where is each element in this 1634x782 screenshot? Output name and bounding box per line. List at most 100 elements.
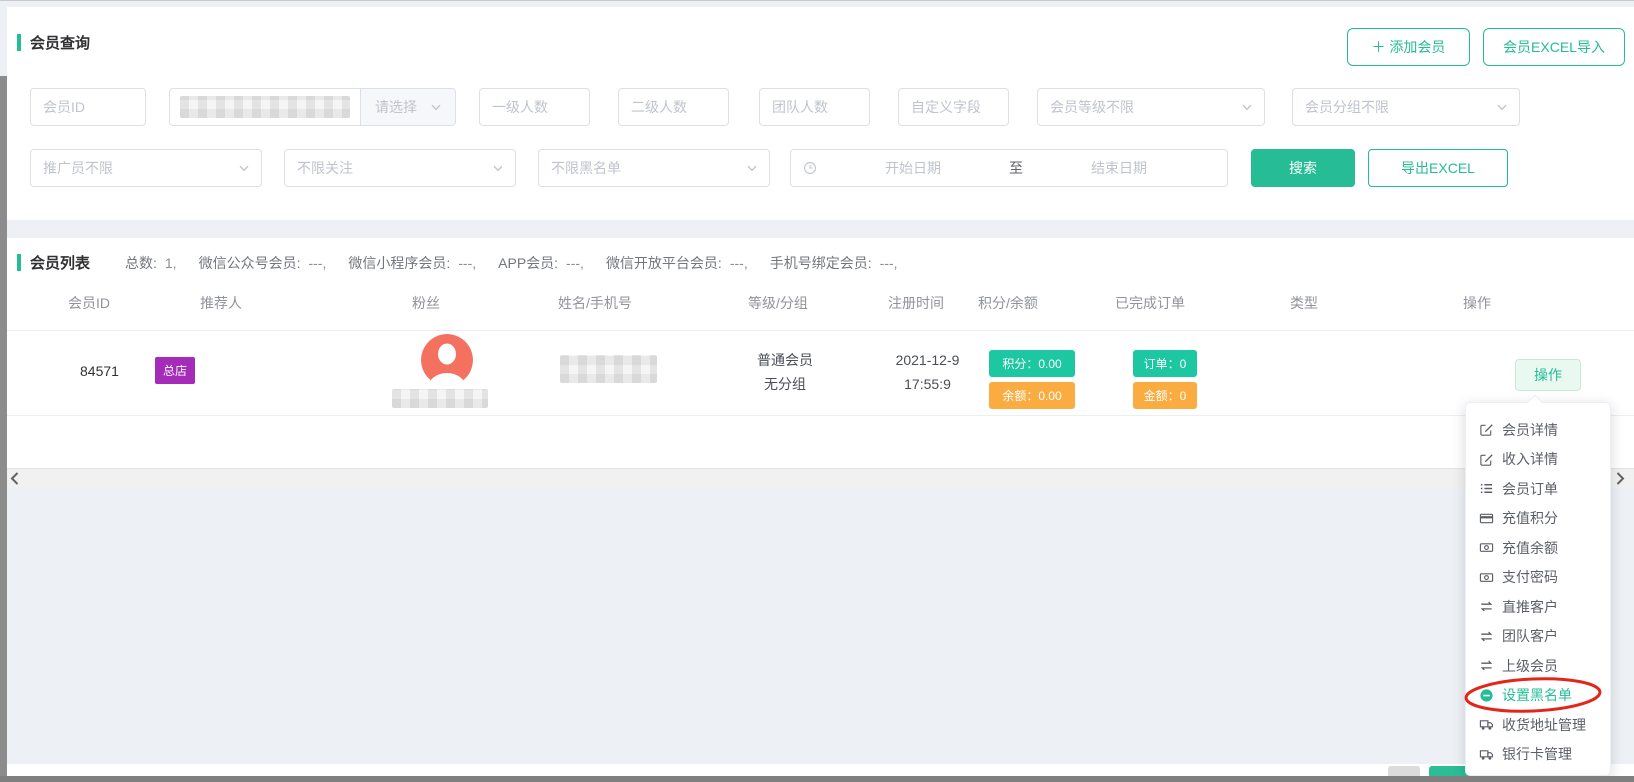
reg-time: 17:55:9 bbox=[870, 372, 985, 396]
menu-item-member-detail[interactable]: 会员详情 bbox=[1466, 415, 1610, 445]
keyword-type-select[interactable]: 请选择 bbox=[360, 89, 455, 125]
menu-item-set-blacklist[interactable]: 设置黑名单 bbox=[1466, 681, 1610, 711]
action-button[interactable]: 操作 bbox=[1515, 359, 1581, 391]
member-level: 普通会员 bbox=[725, 348, 845, 372]
left-edge-scrollbar[interactable] bbox=[0, 76, 7, 776]
list-title: 会员列表 bbox=[30, 252, 90, 273]
keyword-input[interactable] bbox=[170, 89, 360, 125]
avatar bbox=[421, 334, 473, 386]
member-group: 无分组 bbox=[725, 372, 845, 396]
scroll-right-icon[interactable] bbox=[1616, 471, 1630, 485]
date-range-picker[interactable]: 开始日期 至 结束日期 bbox=[790, 149, 1228, 187]
menu-item-recharge-balance[interactable]: 充值余额 bbox=[1466, 533, 1610, 563]
chevron-down-icon bbox=[1242, 104, 1252, 111]
page-title: 会员查询 bbox=[30, 32, 90, 53]
transfer-icon bbox=[1479, 658, 1494, 673]
money-icon bbox=[1479, 540, 1494, 555]
menu-item-member-orders[interactable]: 会员订单 bbox=[1466, 474, 1610, 504]
menu-item-income-detail[interactable]: 收入详情 bbox=[1466, 445, 1610, 475]
search-button[interactable]: 搜索 bbox=[1251, 149, 1355, 187]
stat-wechat-official: 微信公众号会员:---, bbox=[199, 253, 327, 273]
end-date-input[interactable]: 结束日期 bbox=[1023, 158, 1215, 178]
member-stats: 总数:1, 微信公众号会员:---, 微信小程序会员:---, APP会员:--… bbox=[125, 253, 898, 273]
stat-mini-program: 微信小程序会员:---, bbox=[348, 253, 476, 273]
minus-circle-icon bbox=[1479, 688, 1494, 703]
stat-total: 总数:1, bbox=[125, 253, 177, 273]
member-id-cell: 84571 bbox=[80, 363, 119, 379]
points-badge: 积分：0.00 bbox=[989, 350, 1075, 377]
action-dropdown-menu: 会员详情 收入详情 会员订单 充值积分 充值余额 支付密码 直推客户 团队客户 … bbox=[1465, 402, 1611, 776]
menu-item-shipping-address[interactable]: 收货地址管理 bbox=[1466, 710, 1610, 740]
orders-cell: 订单：0 金额：0 bbox=[1133, 350, 1197, 409]
chevron-down-icon bbox=[747, 165, 757, 172]
member-group-select[interactable]: 会员分组不限 bbox=[1292, 88, 1520, 126]
member-id-input[interactable]: 会员ID bbox=[30, 88, 146, 126]
orders-badge: 订单：0 bbox=[1133, 350, 1197, 377]
member-list-header: 会员列表 bbox=[17, 252, 90, 273]
menu-item-direct-customers[interactable]: 直推客户 bbox=[1466, 592, 1610, 622]
level1-count-input[interactable]: 一级人数 bbox=[479, 88, 590, 126]
col-name-phone: 姓名/手机号 bbox=[558, 293, 632, 313]
chevron-down-icon bbox=[1497, 104, 1507, 111]
redacted-keyword-value bbox=[180, 96, 350, 118]
horizontal-scrollbar[interactable] bbox=[0, 776, 1634, 782]
menu-item-recharge-points[interactable]: 充值积分 bbox=[1466, 504, 1610, 534]
add-member-button[interactable]: ＋ 添加会员 bbox=[1347, 28, 1470, 66]
col-referrer: 推荐人 bbox=[200, 293, 242, 313]
chevron-down-icon bbox=[493, 165, 503, 172]
col-member-id: 会员ID bbox=[68, 293, 110, 313]
list-icon bbox=[1479, 481, 1494, 496]
redacted-name-phone bbox=[560, 355, 657, 383]
excel-import-button[interactable]: 会员EXCEL导入 bbox=[1483, 28, 1625, 66]
balance-badge: 余额：0.00 bbox=[989, 382, 1075, 409]
referrer-badge: 总店 bbox=[155, 357, 195, 384]
col-actions: 操作 bbox=[1463, 293, 1491, 313]
menu-item-pay-password[interactable]: 支付密码 bbox=[1466, 563, 1610, 593]
member-query-card: 会员查询 ＋ 添加会员 会员EXCEL导入 会员ID 请选择 一级人数 二级人数… bbox=[7, 7, 1634, 220]
col-type: 类型 bbox=[1290, 293, 1318, 313]
stat-open-platform: 微信开放平台会员:---, bbox=[606, 253, 748, 273]
member-query-header: 会员查询 bbox=[17, 32, 90, 53]
stat-app: APP会员:---, bbox=[498, 253, 584, 273]
keyword-input-group: 请选择 bbox=[169, 88, 456, 126]
follow-select[interactable]: 不限关注 bbox=[284, 149, 516, 187]
stat-phone-bound: 手机号绑定会员:---, bbox=[770, 253, 898, 273]
col-reg-time: 注册时间 bbox=[888, 293, 944, 313]
custom-field-input[interactable]: 自定义字段 bbox=[898, 88, 1009, 126]
col-level-group: 等级/分组 bbox=[748, 293, 808, 313]
member-level-select[interactable]: 会员等级不限 bbox=[1037, 88, 1265, 126]
table-row: 84571 总店 普通会员 无分组 2021-12-9 17:55:9 积分：0… bbox=[7, 330, 1634, 416]
clock-icon bbox=[803, 161, 817, 175]
team-count-input[interactable]: 团队人数 bbox=[759, 88, 870, 126]
start-date-input[interactable]: 开始日期 bbox=[817, 158, 1009, 178]
col-fans: 粉丝 bbox=[412, 293, 440, 313]
blacklist-select[interactable]: 不限黑名单 bbox=[538, 149, 770, 187]
export-excel-button[interactable]: 导出EXCEL bbox=[1368, 149, 1508, 187]
col-completed-orders: 已完成订单 bbox=[1115, 293, 1185, 313]
truck-icon bbox=[1479, 747, 1494, 762]
card-icon bbox=[1479, 511, 1494, 526]
amount-badge: 金额：0 bbox=[1133, 382, 1197, 409]
transfer-icon bbox=[1479, 629, 1494, 644]
chevron-down-icon bbox=[431, 104, 441, 111]
reg-date: 2021-12-9 bbox=[870, 348, 985, 372]
reg-time-cell: 2021-12-9 17:55:9 bbox=[870, 348, 985, 396]
level2-count-input[interactable]: 二级人数 bbox=[618, 88, 729, 126]
section-accent-bar bbox=[17, 34, 21, 51]
section-accent-bar bbox=[17, 254, 21, 271]
edit-icon bbox=[1479, 422, 1494, 437]
scroll-left-icon[interactable] bbox=[10, 471, 24, 485]
edit-icon bbox=[1479, 452, 1494, 467]
menu-item-upline-member[interactable]: 上级会员 bbox=[1466, 651, 1610, 681]
money-icon bbox=[1479, 570, 1494, 585]
chevron-down-icon bbox=[239, 165, 249, 172]
horizontal-scroll-strip bbox=[7, 468, 1634, 489]
redacted-fan-name bbox=[392, 389, 488, 408]
truck-icon bbox=[1479, 717, 1494, 732]
date-separator: 至 bbox=[1009, 158, 1023, 178]
menu-item-bank-cards[interactable]: 银行卡管理 bbox=[1466, 740, 1610, 770]
promoter-select[interactable]: 推广员不限 bbox=[30, 149, 262, 187]
menu-item-team-customers[interactable]: 团队客户 bbox=[1466, 622, 1610, 652]
level-group-cell: 普通会员 无分组 bbox=[725, 348, 845, 396]
col-points-balance: 积分/余额 bbox=[978, 293, 1038, 313]
